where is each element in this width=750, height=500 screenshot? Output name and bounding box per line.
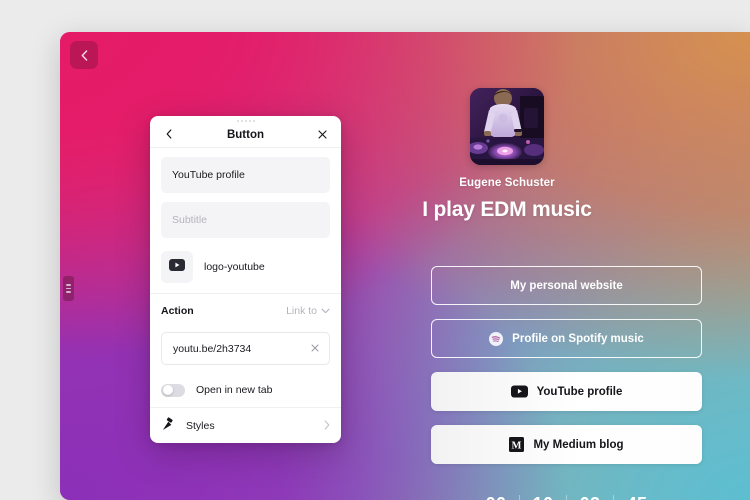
- icon-tile: [161, 251, 193, 283]
- action-type-value: Link to: [286, 305, 317, 317]
- profile-block: Eugene Schuster I play EDM music: [371, 88, 643, 222]
- panel-body: YouTube profile Subtitle logo-youtube Ac…: [150, 148, 341, 443]
- avatar: [470, 88, 544, 165]
- open-new-tab-label: Open in new tab: [196, 384, 273, 396]
- link-button-youtube-profile[interactable]: YouTube profile: [431, 372, 702, 411]
- screenshot-root: Eugene Schuster I play EDM music My pers…: [0, 0, 750, 500]
- chevron-left-icon: [81, 49, 88, 61]
- link-button-label: Profile on Spotify music: [512, 332, 644, 345]
- chevron-right-icon: [324, 417, 330, 435]
- button-subtitle-placeholder: Subtitle: [172, 214, 208, 226]
- action-label: Action: [161, 305, 194, 317]
- panel-back-button[interactable]: [161, 127, 177, 143]
- button-subtitle-input[interactable]: Subtitle: [161, 202, 330, 238]
- open-new-tab-toggle[interactable]: [161, 383, 185, 397]
- open-new-tab-row[interactable]: Open in new tab: [161, 373, 330, 407]
- styles-label: Styles: [186, 419, 215, 432]
- action-type-select[interactable]: Link to: [286, 305, 330, 317]
- drag-handle-dot: [66, 284, 71, 286]
- panel-close-button[interactable]: [314, 127, 330, 143]
- link-button-medium-blog[interactable]: M My Medium blog: [431, 425, 702, 464]
- countdown-unit-minutes: 03 minutes: [567, 494, 613, 500]
- countdown-timer: 00 days 10 hours 03 minutes 45 seconds: [431, 494, 702, 500]
- button-title-value: YouTube profile: [172, 169, 245, 181]
- drag-handle-dot: [66, 287, 71, 290]
- countdown-unit-hours: 10 hours: [520, 494, 566, 500]
- panel-header: Button: [150, 122, 341, 148]
- link-button-personal-website[interactable]: My personal website: [431, 266, 702, 305]
- svg-text:M: M: [512, 440, 522, 451]
- clear-url-button[interactable]: [310, 343, 320, 355]
- drag-handle-dot: [66, 291, 71, 293]
- profile-name: Eugene Schuster: [459, 177, 555, 189]
- link-button-spotify-profile[interactable]: Profile on Spotify music: [431, 319, 702, 358]
- countdown-unit-days: 00 days: [473, 494, 519, 500]
- chevron-left-icon: [166, 126, 172, 144]
- action-url-value: youtu.be/2h3734: [173, 342, 252, 355]
- panel-title: Button: [226, 128, 265, 141]
- youtube-icon: [510, 385, 528, 398]
- spotify-icon: [489, 331, 504, 346]
- countdown-unit-seconds: 45 seconds: [614, 494, 660, 500]
- chevron-down-icon: [321, 305, 330, 317]
- link-button-label: My personal website: [510, 279, 623, 292]
- countdown-value: 45: [627, 494, 648, 500]
- toggle-knob: [162, 385, 173, 395]
- canvas-back-button[interactable]: [70, 41, 98, 69]
- action-url-input[interactable]: youtu.be/2h3734: [161, 332, 330, 365]
- button-editor-panel: Button YouTube profile Subtitle logo-you…: [150, 116, 341, 443]
- countdown-value: 10: [533, 494, 554, 500]
- link-button-label: My Medium blog: [533, 438, 624, 451]
- countdown-value: 03: [580, 494, 601, 500]
- link-button-list: My personal website Profile on Spotify m…: [431, 266, 702, 464]
- countdown-value: 00: [486, 494, 507, 500]
- profile-tagline: I play EDM music: [422, 198, 592, 221]
- button-title-input[interactable]: YouTube profile: [161, 157, 330, 193]
- canvas-drag-handle[interactable]: [63, 276, 74, 301]
- youtube-icon: [169, 258, 185, 276]
- medium-icon: M: [509, 437, 525, 452]
- dj-photo-avatar: [470, 88, 544, 165]
- close-icon: [317, 126, 327, 144]
- action-row: Action Link to: [161, 294, 330, 328]
- paint-roller-icon: [161, 416, 176, 436]
- button-icon-picker-row[interactable]: logo-youtube: [161, 247, 330, 287]
- button-icon-name: logo-youtube: [204, 261, 265, 273]
- styles-row[interactable]: Styles: [150, 408, 341, 443]
- link-button-label: YouTube profile: [536, 385, 623, 398]
